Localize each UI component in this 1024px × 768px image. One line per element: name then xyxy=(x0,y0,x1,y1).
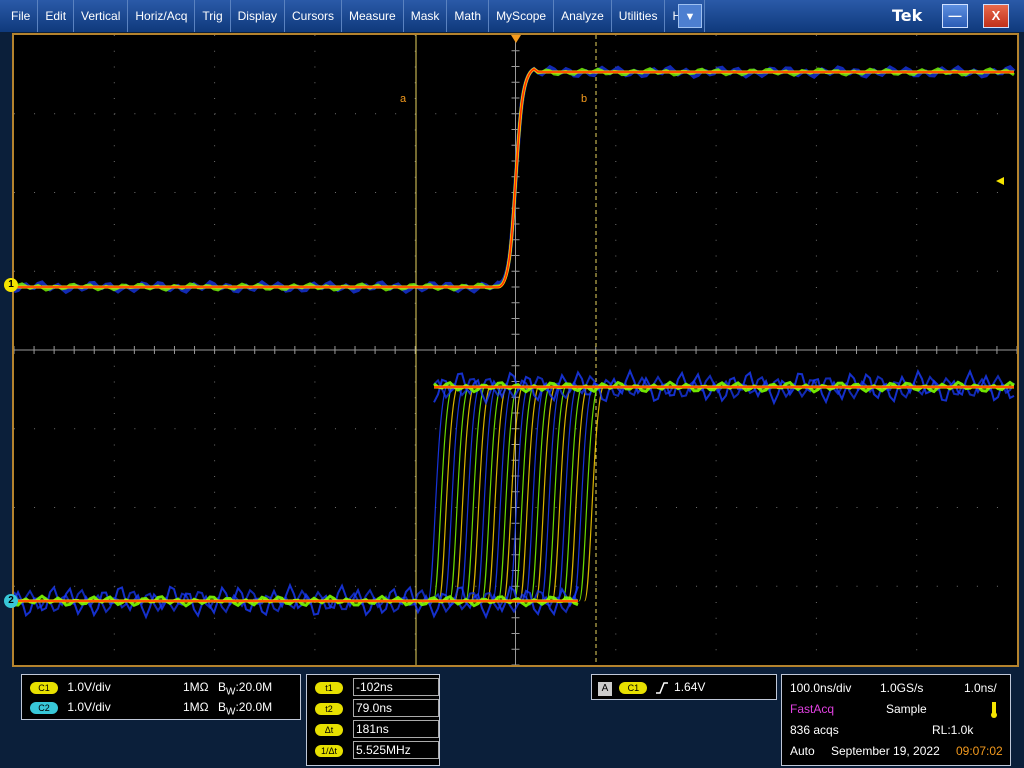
c1-tag: C1 xyxy=(30,682,58,694)
trigger-source-box: A xyxy=(598,682,612,696)
inv-dt-value: 5.525MHz xyxy=(353,741,439,759)
t1-tag: t1 xyxy=(315,682,343,694)
time: 09:07:02 xyxy=(956,744,1003,758)
menu-horiz-acq[interactable]: Horiz/Acq xyxy=(128,0,196,32)
menu-measure[interactable]: Measure xyxy=(342,0,404,32)
menu-myscope[interactable]: MyScope xyxy=(489,0,555,32)
inv-dt-tag: 1/Δt xyxy=(315,745,343,757)
close-button[interactable]: X xyxy=(983,4,1009,28)
date: September 19, 2022 xyxy=(831,744,940,758)
menu-math[interactable]: Math xyxy=(447,0,490,32)
ch2-trace-warm xyxy=(14,385,1014,603)
c1-bw-prefix: B xyxy=(217,680,226,694)
menu-dropdown-button[interactable]: ▼ xyxy=(678,4,702,28)
t2-value: 79.0ns xyxy=(353,699,439,717)
ch1-trace-envelope-cold xyxy=(14,64,1016,295)
trigger-channel: C1 xyxy=(619,682,648,694)
ch2-ground-marker[interactable]: 2 xyxy=(4,594,18,608)
c2-impedance: 1MΩ xyxy=(183,700,209,714)
menu-bar: File Edit Vertical Horiz/Acq Trig Display Curs… xyxy=(0,0,1024,32)
c2-tag: C2 xyxy=(30,702,58,714)
menu-edit[interactable]: Edit xyxy=(38,0,75,32)
dt-value: 181ns xyxy=(353,720,439,738)
c2-bw-prefix: B xyxy=(217,700,226,714)
c1-bandwidth: :20.0M xyxy=(235,680,273,694)
status-panel: C1 1.0V/div 1MΩ BW:20.0M C2 1.0V/div 1MΩ… xyxy=(0,668,1024,768)
sample-mode: Sample xyxy=(886,702,927,716)
tek-logo: Tek xyxy=(892,6,923,25)
menu-items: File Edit Vertical Horiz/Acq Trig Display Curs… xyxy=(0,0,1024,32)
trigger-mode: Auto xyxy=(790,744,815,758)
menu-display[interactable]: Display xyxy=(231,0,285,32)
cursor-a-label: a xyxy=(400,93,407,105)
trigger-level: 1.64V xyxy=(674,680,706,694)
menu-file[interactable]: File xyxy=(4,0,39,32)
ch2-trace-envelope-mid xyxy=(14,380,1015,608)
waveform-display[interactable]: a b xyxy=(12,33,1019,667)
sample-rate: 1.0GS/s xyxy=(880,681,924,695)
resolution: 1.0ns/ xyxy=(964,681,997,695)
c2-bandwidth: :20.0M xyxy=(235,700,273,714)
record-length: RL:1.0k xyxy=(932,723,974,737)
ch1-ground-marker[interactable]: 1 xyxy=(4,278,18,292)
waveform-graticule xyxy=(14,35,1017,665)
trigger-position-icon xyxy=(511,35,521,43)
cursor-b-label: b xyxy=(581,93,588,105)
c1-impedance: 1MΩ xyxy=(183,680,209,694)
ch2-trace-noise-b xyxy=(14,374,1015,614)
menu-trig[interactable]: Trig xyxy=(195,0,231,32)
trigger-level-icon xyxy=(996,177,1004,185)
acq-count: 836 acqs xyxy=(790,723,839,737)
menu-mask[interactable]: Mask xyxy=(404,0,448,32)
t1-value: -102ns xyxy=(353,678,439,696)
ch2-trace-noise-a xyxy=(14,368,1015,620)
menu-analyze[interactable]: Analyze xyxy=(554,0,612,32)
c2-scale: 1.0V/div xyxy=(67,700,111,714)
channel-readout[interactable]: C1 1.0V/div 1MΩ BW:20.0M C2 1.0V/div 1MΩ… xyxy=(21,674,301,720)
acq-mode: FastAcq xyxy=(790,702,835,716)
cursor-readout[interactable]: t1 -102ns t2 79.0ns Δt 181ns 1/Δt 5.525M… xyxy=(306,674,440,766)
menu-utilities[interactable]: Utilities xyxy=(612,0,666,32)
dt-tag: Δt xyxy=(315,724,343,736)
ch2-trace-core xyxy=(14,386,1014,602)
rising-edge-icon xyxy=(655,682,668,694)
menu-cursors[interactable]: Cursors xyxy=(285,0,343,32)
minimize-button[interactable]: — xyxy=(942,4,968,28)
t2-tag: t2 xyxy=(315,703,343,715)
trigger-readout[interactable]: A C1 1.64V xyxy=(591,674,777,700)
time-per-div: 100.0ns/div xyxy=(790,681,852,695)
trigger-status-icon xyxy=(991,702,997,718)
acquisition-readout[interactable]: 100.0ns/div 1.0GS/s 1.0ns/ FastAcq Sampl… xyxy=(781,674,1011,766)
menu-vertical[interactable]: Vertical xyxy=(74,0,129,32)
c1-scale: 1.0V/div xyxy=(67,680,111,694)
